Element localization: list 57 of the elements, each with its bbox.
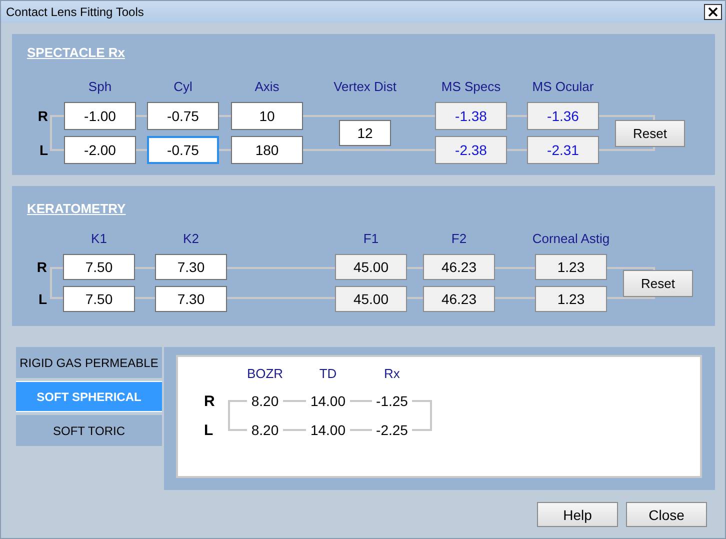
column-header: MS Specs — [441, 78, 501, 94]
number-field[interactable]: 180 — [231, 136, 303, 164]
column-header: Corneal Astig — [532, 230, 610, 246]
eye-label: R — [204, 392, 215, 410]
number-field[interactable]: 12 — [339, 120, 391, 146]
number-field[interactable]: 7.30 — [155, 286, 227, 312]
number-field[interactable]: -2.00 — [64, 136, 136, 164]
eye-label: L — [39, 142, 48, 158]
column-header: K2 — [183, 230, 199, 246]
number-field[interactable]: -1.00 — [64, 102, 136, 130]
eye-label: R — [36, 259, 47, 275]
close-button[interactable] — [704, 4, 722, 20]
column-header: F2 — [451, 230, 467, 246]
reset-button[interactable]: Reset — [615, 120, 685, 146]
column-header: Axis — [254, 78, 280, 94]
column-header: Vertex Dist — [334, 78, 396, 94]
result-field[interactable]: -1.36 — [527, 102, 599, 130]
lens-type-tab[interactable]: RIGID GAS PERMEABLE — [16, 347, 162, 378]
number-field[interactable]: -0.75 — [147, 102, 219, 130]
section-title: SPECTACLE Rx — [27, 45, 125, 61]
result-field[interactable]: 1.23 — [535, 286, 607, 312]
column-header: MS Ocular — [532, 78, 594, 94]
result-value: -2.25 — [372, 422, 412, 438]
dialog-button[interactable]: Help — [537, 502, 618, 527]
column-header: Sph — [88, 78, 112, 94]
result-field[interactable]: 1.23 — [535, 254, 607, 280]
result-field[interactable]: -2.38 — [435, 136, 507, 164]
result-field[interactable]: 45.00 — [335, 254, 407, 280]
result-value: 8.20 — [247, 393, 283, 409]
lens-type-tab[interactable]: SOFT TORIC — [16, 415, 162, 446]
eye-label: L — [38, 291, 47, 307]
number-field[interactable]: -0.75 — [147, 136, 219, 164]
column-header: Rx — [384, 366, 400, 380]
number-field[interactable]: 7.30 — [155, 254, 227, 280]
column-header: Cyl — [174, 78, 192, 94]
column-header: F1 — [363, 230, 379, 246]
result-field[interactable]: -2.31 — [527, 136, 599, 164]
result-value: 14.00 — [306, 422, 350, 438]
section-title: KERATOMETRY — [27, 201, 126, 217]
number-field[interactable]: 7.50 — [63, 254, 135, 280]
result-field[interactable]: 46.23 — [423, 286, 495, 312]
eye-label: L — [204, 422, 214, 438]
column-header: BOZR — [246, 366, 284, 380]
column-header: K1 — [91, 230, 107, 246]
result-value: -1.25 — [372, 393, 412, 409]
number-field[interactable]: 7.50 — [63, 286, 135, 312]
result-field[interactable]: 46.23 — [423, 254, 495, 280]
column-header: TD — [319, 366, 337, 380]
result-value: 8.20 — [247, 422, 283, 438]
result-field[interactable]: 45.00 — [335, 286, 407, 312]
eye-label: R — [38, 108, 48, 124]
result-value: 14.00 — [306, 393, 350, 409]
dialog-button[interactable]: Close — [626, 502, 707, 527]
result-field[interactable]: -1.38 — [435, 102, 507, 130]
window-title: Contact Lens Fitting Tools — [6, 5, 144, 19]
reset-button[interactable]: Reset — [623, 270, 693, 296]
number-field[interactable]: 10 — [231, 102, 303, 130]
